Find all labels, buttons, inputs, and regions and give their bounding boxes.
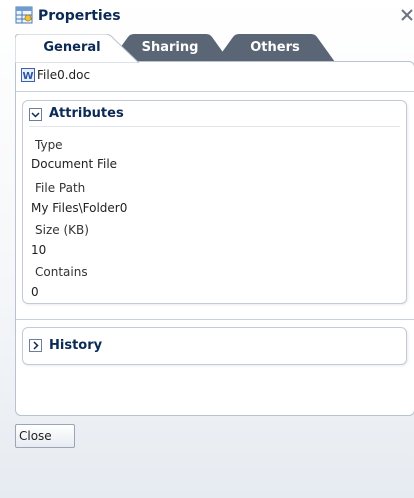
chevron-right-icon[interactable] [29, 339, 42, 352]
field-label-contains: Contains [35, 265, 88, 279]
divider [29, 126, 400, 127]
close-button[interactable]: Close [15, 424, 75, 448]
field-label-file-path: File Path [35, 181, 86, 195]
divider [16, 91, 414, 92]
file-name: File0.doc [37, 68, 91, 82]
close-icon[interactable] [399, 7, 414, 23]
tab-general-label: General [43, 40, 101, 55]
tab-others[interactable]: Others [215, 34, 335, 62]
history-header[interactable]: History [23, 333, 406, 359]
attributes-title: Attributes [49, 106, 124, 121]
field-label-type: Type [35, 138, 63, 152]
chevron-down-icon[interactable] [29, 108, 42, 121]
field-label-size: Size (KB) [35, 223, 89, 237]
dialog-titlebar: Properties [0, 0, 414, 34]
divider [16, 319, 414, 320]
svg-text:W: W [22, 71, 33, 82]
general-tab-panel: W File0.doc Attributes Type Document Fil… [15, 61, 414, 416]
properties-table-icon [15, 6, 33, 24]
word-document-icon: W [21, 68, 35, 82]
tab-others-label: Others [250, 40, 300, 55]
field-value-contains: 0 [31, 285, 39, 299]
field-value-size: 10 [31, 243, 47, 257]
attributes-section: Attributes Type Document File File Path … [22, 100, 407, 304]
history-section: History [22, 327, 407, 365]
field-value-file-path: My Files\Folder0 [31, 201, 128, 215]
attributes-header[interactable]: Attributes [23, 101, 406, 127]
field-value-type: Document File [31, 157, 118, 171]
dialog-title: Properties [38, 8, 121, 24]
history-title: History [49, 338, 103, 353]
tab-general[interactable]: General [15, 34, 139, 63]
